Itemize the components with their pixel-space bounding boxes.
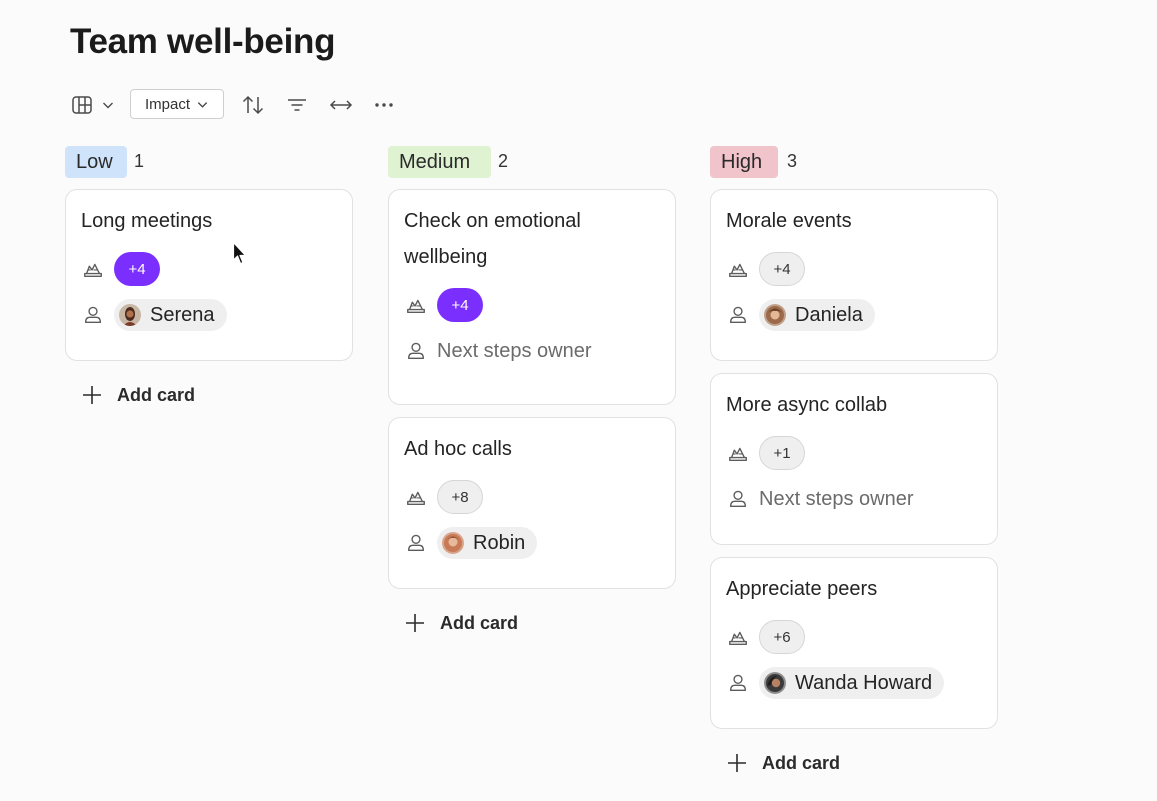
- plus-icon: [81, 384, 103, 406]
- add-card-button[interactable]: Add card: [726, 750, 840, 776]
- add-card-label: Add card: [762, 752, 841, 773]
- plus-icon: [726, 752, 748, 774]
- expand-width-icon: [329, 100, 353, 110]
- column-header: Low 1: [65, 146, 355, 178]
- mouse-cursor-icon: [232, 241, 247, 265]
- chevron-down-icon: [197, 101, 208, 108]
- card[interactable]: More async collab +1 Next steps owner: [710, 373, 998, 545]
- column-high: High 3 Morale events +4 Daniela More asy…: [710, 146, 1000, 178]
- chevron-down-icon: [103, 102, 113, 109]
- column-header: High 3: [710, 146, 1000, 178]
- column-low: Low 1 Long meetings +4 Serena Add card: [65, 146, 355, 178]
- more-options-button[interactable]: [368, 89, 400, 121]
- toolbar: Impact: [66, 89, 406, 121]
- vote-icon: [404, 293, 428, 317]
- avatar: [119, 304, 141, 326]
- card-title: Ad hoc calls: [404, 438, 512, 460]
- status-label[interactable]: Medium: [388, 146, 491, 178]
- reaction-badge[interactable]: +4: [114, 252, 160, 286]
- card-title: Appreciate peers: [726, 578, 878, 600]
- owner-chip[interactable]: Serena: [114, 299, 227, 331]
- filter-icon: [288, 99, 306, 111]
- page-title: Team well-being: [70, 22, 336, 61]
- card[interactable]: Morale events +4 Daniela: [710, 189, 998, 361]
- owner-chip[interactable]: Wanda Howard: [759, 667, 945, 699]
- card-count: 3: [787, 151, 798, 171]
- owner-name: Daniela: [795, 303, 863, 326]
- person-icon: [726, 303, 750, 327]
- vote-icon: [726, 625, 750, 649]
- vote-icon: [726, 257, 750, 281]
- card[interactable]: Appreciate peers +6 Wanda Howard: [710, 557, 998, 729]
- card-title: Morale events: [726, 210, 852, 232]
- avatar: [764, 304, 786, 326]
- reaction-badge[interactable]: +1: [759, 436, 805, 470]
- sort-icon: [242, 95, 264, 115]
- person-icon: [404, 339, 428, 363]
- reaction-badge[interactable]: +4: [759, 252, 805, 286]
- board-view-button[interactable]: [66, 89, 120, 121]
- add-card-button[interactable]: Add card: [404, 610, 518, 636]
- card[interactable]: Ad hoc calls +8 Robin: [388, 417, 676, 589]
- card[interactable]: Check on emotional wellbeing +4 Next ste…: [388, 189, 676, 405]
- add-card-button[interactable]: Add card: [81, 382, 195, 408]
- plus-icon: [404, 612, 426, 634]
- person-icon: [404, 531, 428, 555]
- person-icon: [726, 671, 750, 695]
- card-title: Check on emotional wellbeing: [404, 210, 581, 268]
- group-by-dropdown[interactable]: Impact: [130, 89, 224, 119]
- card[interactable]: Long meetings +4 Serena: [65, 189, 353, 361]
- sort-button[interactable]: [236, 89, 270, 121]
- card-title: More async collab: [726, 394, 888, 416]
- owner-chip[interactable]: Robin: [437, 527, 538, 559]
- avatar: [442, 532, 464, 554]
- reaction-badge[interactable]: +8: [437, 480, 483, 514]
- status-label[interactable]: Low: [65, 146, 127, 178]
- column-header: Medium 2: [388, 146, 678, 178]
- vote-icon: [404, 485, 428, 509]
- person-icon: [726, 487, 750, 511]
- owner-name: Robin: [473, 531, 526, 554]
- column-medium: Medium 2 Check on emotional wellbeing +4…: [388, 146, 678, 178]
- reaction-badge[interactable]: +6: [759, 620, 805, 654]
- vote-icon: [726, 441, 750, 465]
- card-title: Long meetings: [81, 210, 213, 232]
- group-by-label: Impact: [144, 95, 190, 113]
- add-card-label: Add card: [117, 384, 196, 405]
- owner-placeholder[interactable]: Next steps owner: [437, 340, 592, 363]
- person-icon: [81, 303, 105, 327]
- reaction-badge[interactable]: +4: [437, 288, 483, 322]
- card-count: 1: [134, 151, 145, 171]
- owner-name: Serena: [150, 303, 215, 326]
- owner-chip[interactable]: Daniela: [759, 299, 875, 331]
- filter-button[interactable]: [282, 89, 312, 121]
- owner-name: Wanda Howard: [795, 671, 933, 694]
- expand-width-button[interactable]: [324, 89, 358, 121]
- card-count: 2: [498, 151, 509, 171]
- add-card-label: Add card: [440, 612, 519, 633]
- more-icon: [375, 103, 393, 107]
- status-label[interactable]: High: [710, 146, 778, 178]
- board-view-icon: [72, 96, 92, 114]
- vote-icon: [81, 257, 105, 281]
- owner-placeholder[interactable]: Next steps owner: [759, 488, 914, 511]
- avatar: [764, 672, 786, 694]
